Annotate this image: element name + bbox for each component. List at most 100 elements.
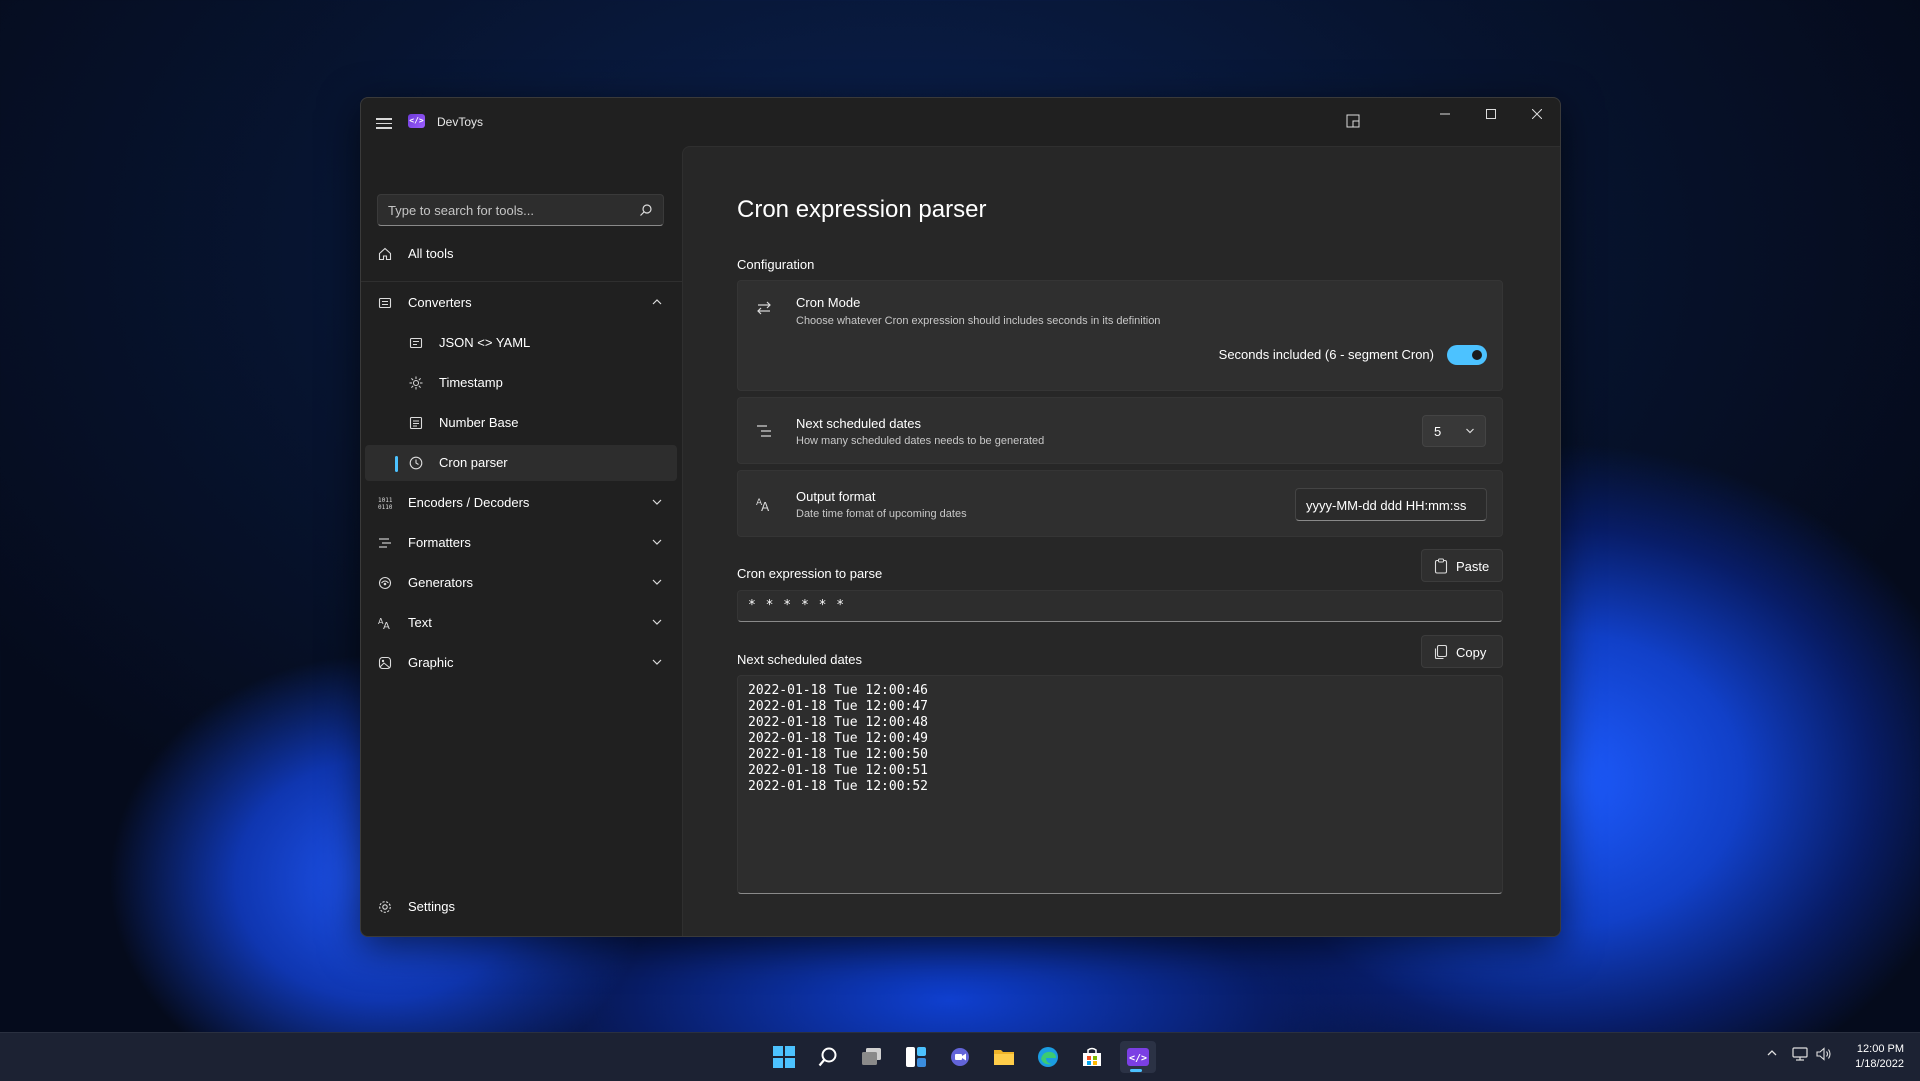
sidebar-item-number-base[interactable]: Number Base	[365, 405, 677, 441]
volume-icon[interactable]	[1816, 1047, 1832, 1064]
cron-expression-input[interactable]: * * * * * *	[737, 590, 1503, 622]
sidebar-item-label: Timestamp	[439, 375, 503, 390]
clock-date: 1/18/2022	[1855, 1058, 1904, 1070]
search-icon[interactable]	[639, 203, 653, 217]
sidebar-item-label: Settings	[408, 899, 455, 914]
sidebar-item-json-yaml[interactable]: JSON <> YAML	[365, 325, 677, 361]
chevron-down-icon	[652, 499, 662, 505]
maximize-button[interactable]	[1468, 98, 1514, 130]
cron-mode-title: Cron Mode	[796, 295, 861, 310]
page-title: Cron expression parser	[737, 196, 987, 223]
sidebar-item-generators[interactable]: Generators	[365, 565, 677, 601]
swap-arrows-icon	[756, 300, 772, 316]
result-line: 2022-01-18 Tue 12:00:47	[748, 699, 929, 714]
converters-icon	[377, 295, 393, 311]
devtoys-window: </> DevToys Type to search for tools... …	[360, 97, 1561, 937]
clock-icon	[408, 455, 424, 471]
svg-text:</>: </>	[1129, 1053, 1147, 1064]
chevron-down-icon	[652, 579, 662, 585]
show-hidden-icons-chevron-icon[interactable]	[1766, 1047, 1778, 1062]
timestamp-icon	[408, 375, 424, 391]
teams-chat-icon[interactable]	[944, 1041, 976, 1073]
font-size-icon: AA	[756, 496, 772, 512]
svg-text:A: A	[383, 621, 390, 630]
search-placeholder: Type to search for tools...	[388, 203, 534, 218]
results-label: Next scheduled dates	[737, 652, 863, 667]
paste-button[interactable]: Paste	[1421, 549, 1503, 582]
chevron-down-icon	[652, 659, 662, 665]
sidebar-item-settings[interactable]: Settings	[365, 889, 677, 925]
output-format-title: Output format	[796, 489, 876, 504]
search-input[interactable]: Type to search for tools...	[377, 194, 664, 226]
svg-text:A: A	[761, 500, 770, 512]
number-base-icon	[408, 415, 424, 431]
widgets-icon[interactable]	[900, 1041, 932, 1073]
sidebar-item-formatters[interactable]: Formatters	[365, 525, 677, 561]
result-line: 2022-01-18 Tue 12:00:50	[748, 747, 929, 762]
sidebar-item-timestamp[interactable]: Timestamp	[365, 365, 677, 401]
edge-browser-icon[interactable]	[1032, 1041, 1064, 1073]
copy-icon	[1434, 644, 1448, 660]
sidebar-item-label: Converters	[408, 295, 472, 310]
store-icon[interactable]	[1076, 1041, 1108, 1073]
sidebar-item-graphic[interactable]: Graphic	[365, 645, 677, 681]
binary-icon: 1011 0110	[377, 495, 393, 511]
generators-icon	[377, 575, 393, 591]
dates-count-dropdown[interactable]: 5	[1422, 415, 1486, 447]
cron-mode-card: Cron Mode Choose whatever Cron expressio…	[737, 280, 1503, 391]
close-button[interactable]	[1514, 98, 1560, 130]
result-line: 2022-01-18 Tue 12:00:51	[748, 763, 929, 778]
cron-expression-value: * * * * * *	[748, 598, 846, 613]
sidebar-item-label: JSON <> YAML	[439, 335, 531, 350]
sidebar-item-text[interactable]: AA Text	[365, 605, 677, 641]
sidebar-divider	[361, 281, 682, 282]
paste-label: Paste	[1456, 559, 1490, 574]
sidebar-item-label: All tools	[408, 246, 454, 261]
output-format-card: AA Output format Date time fomat of upco…	[737, 470, 1503, 537]
devtoys-taskbar-icon[interactable]: </>	[1120, 1041, 1156, 1073]
sidebar-item-cron-parser[interactable]: Cron parser	[365, 445, 677, 481]
result-line: 2022-01-18 Tue 12:00:49	[748, 731, 929, 746]
sidebar-item-all-tools[interactable]: All tools	[365, 236, 677, 272]
start-icon[interactable]	[768, 1041, 800, 1073]
gear-icon	[377, 899, 393, 915]
sidebar-item-converters[interactable]: Converters	[365, 285, 677, 321]
compact-overlay-icon[interactable]	[1338, 106, 1368, 136]
network-icon[interactable]	[1792, 1047, 1808, 1064]
task-view-icon[interactable]	[856, 1041, 888, 1073]
chevron-down-icon	[652, 619, 662, 625]
copy-button[interactable]: Copy	[1421, 635, 1503, 668]
system-clock[interactable]: 12:00 PM 1/18/2022	[1855, 1042, 1904, 1072]
sidebar-item-encoders-decoders[interactable]: 1011 0110 Encoders / Decoders	[365, 485, 677, 521]
output-format-value: yyyy-MM-dd ddd HH:mm:ss	[1306, 498, 1467, 513]
sidebar-item-label: Cron parser	[439, 455, 508, 470]
json-yaml-icon	[408, 335, 424, 351]
sidebar-item-label: Encoders / Decoders	[408, 495, 530, 510]
next-dates-title: Next scheduled dates	[796, 416, 922, 431]
results-output[interactable]: 2022-01-18 Tue 12:00:46 2022-01-18 Tue 1…	[737, 675, 1503, 894]
output-format-description: Date time fomat of upcoming dates	[796, 508, 967, 520]
sidebar-item-label: Graphic	[408, 655, 454, 670]
sidebar-item-label: Number Base	[439, 415, 519, 430]
output-format-input[interactable]: yyyy-MM-dd ddd HH:mm:ss	[1295, 488, 1487, 521]
cron-mode-description: Choose whatever Cron expression should i…	[796, 315, 1161, 327]
clock-time: 12:00 PM	[1856, 1043, 1904, 1055]
minimize-button[interactable]	[1422, 98, 1468, 130]
svg-text:1011: 1011	[378, 497, 392, 504]
hamburger-menu-icon[interactable]	[376, 115, 392, 129]
chevron-down-icon	[652, 539, 662, 545]
result-line: 2022-01-18 Tue 12:00:48	[748, 715, 929, 730]
dates-count-value: 5	[1434, 424, 1442, 439]
seconds-toggle-label: Seconds included (6 - segment Cron)	[1218, 347, 1434, 362]
home-icon	[377, 246, 393, 262]
selection-indicator	[395, 456, 398, 472]
cron-input-label: Cron expression to parse	[737, 566, 883, 581]
devtoys-logo-icon: </>	[408, 114, 425, 128]
seconds-toggle[interactable]	[1447, 345, 1487, 365]
taskbar-search-icon[interactable]	[812, 1041, 844, 1073]
result-line: 2022-01-18 Tue 12:00:52	[748, 779, 929, 794]
chevron-up-icon	[652, 299, 662, 305]
title-bar[interactable]: </> DevToys	[361, 98, 1560, 146]
paste-icon	[1434, 558, 1448, 574]
file-explorer-icon[interactable]	[988, 1041, 1020, 1073]
